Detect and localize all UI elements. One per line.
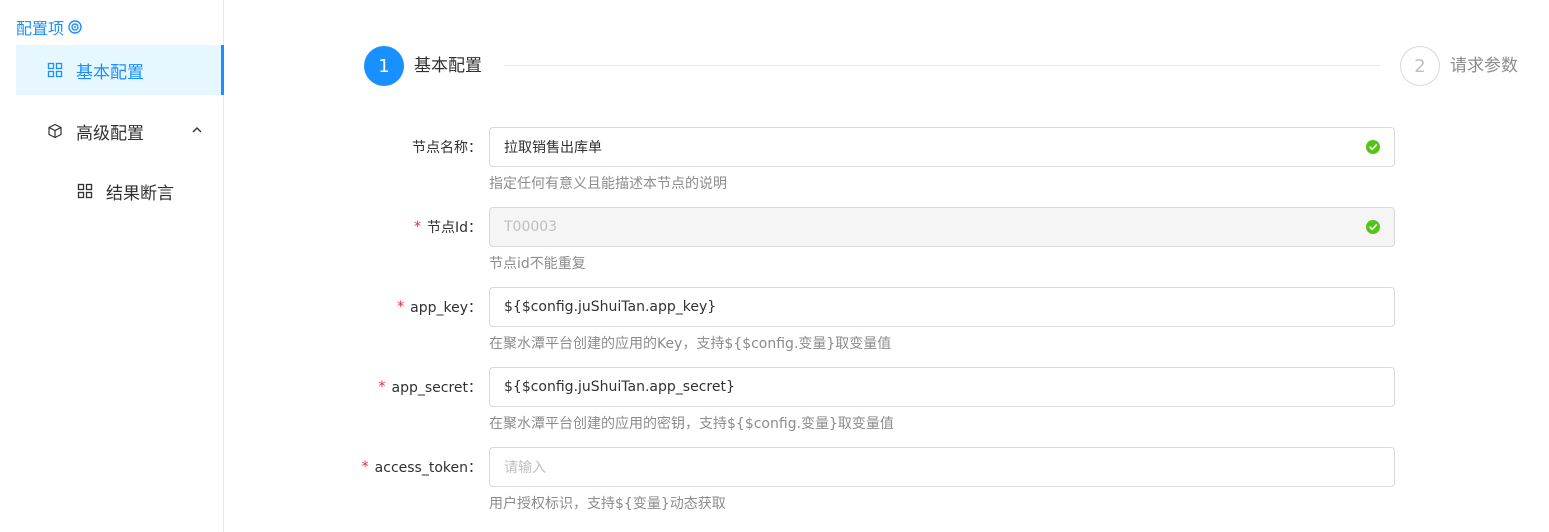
- step-2-title[interactable]: 请求参数: [1450, 54, 1518, 78]
- step-1-circle[interactable]: 1: [364, 46, 404, 86]
- form-row-node-id: * 节点Id： T00003 节点id不能重复: [300, 207, 1400, 287]
- sidebar-item-label: 高级配置: [76, 123, 144, 144]
- form-label: * access_token：: [362, 447, 482, 487]
- form-label: 节点名称：: [412, 127, 482, 167]
- check-circle-icon: [1366, 140, 1380, 154]
- sidebar-item-advanced-config[interactable]: 高级配置: [16, 106, 224, 156]
- target-icon: [68, 20, 82, 34]
- sidebar: 配置项 基本配置 高级配置 结果断言: [0, 0, 224, 532]
- help-text: 在聚水潭平台创建的应用的密钥，支持${$config.变量}取变量值: [489, 416, 894, 432]
- chevron-up-icon[interactable]: [190, 123, 204, 137]
- form-label: * 节点Id：: [414, 207, 482, 247]
- label-text: 节点Id：: [426, 220, 482, 236]
- sidebar-item-result-assertion[interactable]: 结果断言: [16, 166, 224, 216]
- required-mark: *: [397, 299, 405, 315]
- required-mark: *: [378, 379, 386, 395]
- page: 配置项 基本配置 高级配置 结果断言 1 基本配置 2 请求参数 节点名称： 拉…: [0, 0, 1549, 532]
- label-text: access_token：: [374, 460, 482, 476]
- required-mark: *: [361, 459, 369, 475]
- sidebar-title-label: 配置项: [16, 19, 65, 38]
- grid-icon: [46, 61, 64, 79]
- label-text: app_secret：: [391, 380, 482, 396]
- input-value: 拉取销售出库单: [504, 140, 602, 156]
- help-text: 用户授权标识，支持${变量}动态获取: [489, 496, 726, 512]
- grid-icon: [76, 182, 94, 200]
- app-key-input[interactable]: ${$config.juShuiTan.app_key}: [489, 287, 1395, 327]
- sidebar-item-label: 结果断言: [106, 183, 174, 204]
- app-secret-input[interactable]: ${$config.juShuiTan.app_secret}: [489, 367, 1395, 407]
- input-value: ${$config.juShuiTan.app_key}: [504, 299, 717, 315]
- input-placeholder: 请输入: [504, 460, 546, 476]
- input-value: T00003: [504, 219, 558, 235]
- label-text: 节点名称：: [412, 140, 482, 156]
- steps: 1 基本配置 2 请求参数: [364, 46, 1524, 86]
- node-id-input: T00003: [489, 207, 1395, 247]
- help-text: 在聚水潭平台创建的应用的Key，支持${$config.变量}取变量值: [489, 336, 892, 352]
- access-token-input[interactable]: 请输入: [489, 447, 1395, 487]
- cube-icon: [46, 122, 64, 140]
- form-label: * app_key：: [397, 287, 482, 327]
- required-mark: *: [413, 219, 421, 235]
- form-label: * app_secret：: [378, 367, 482, 407]
- form-row-access-token: * access_token： 请输入 用户授权标识，支持${变量}动态获取: [300, 447, 1400, 527]
- form-row-node-name: 节点名称： 拉取销售出库单 指定任何有意义且能描述本节点的说明: [300, 127, 1400, 207]
- step-2-circle[interactable]: 2: [1400, 46, 1440, 86]
- label-text: app_key：: [410, 300, 482, 316]
- sidebar-item-label: 基本配置: [76, 62, 144, 83]
- input-value: ${$config.juShuiTan.app_secret}: [504, 379, 735, 395]
- help-text: 节点id不能重复: [489, 256, 586, 272]
- help-text: 指定任何有意义且能描述本节点的说明: [489, 176, 727, 192]
- check-circle-icon: [1366, 220, 1380, 234]
- step-connector: [504, 65, 1380, 66]
- sidebar-title: 配置项: [16, 16, 82, 38]
- form-row-app-key: * app_key： ${$config.juShuiTan.app_key} …: [300, 287, 1400, 367]
- node-name-input[interactable]: 拉取销售出库单: [489, 127, 1395, 167]
- sidebar-item-basic-config[interactable]: 基本配置: [16, 45, 224, 95]
- form-row-app-secret: * app_secret： ${$config.juShuiTan.app_se…: [300, 367, 1400, 447]
- step-1-title[interactable]: 基本配置: [414, 54, 482, 78]
